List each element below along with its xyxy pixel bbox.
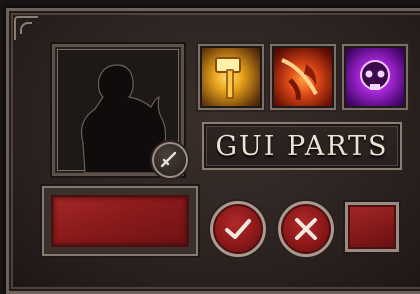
ornament-corner xyxy=(14,16,38,40)
fire-slash-icon xyxy=(281,58,318,101)
hammer-icon xyxy=(215,57,241,99)
title-plate: GUI PARTS xyxy=(202,122,402,170)
title-text: GUI PARTS xyxy=(215,130,389,162)
red-bar-fill xyxy=(51,195,189,247)
cancel-button[interactable] xyxy=(278,201,334,257)
close-icon xyxy=(295,218,317,240)
skill-slot-fire[interactable] xyxy=(270,44,336,110)
equip-sword-button[interactable] xyxy=(152,142,188,178)
purple-skull-icon xyxy=(360,60,390,90)
skill-slot-hammer[interactable] xyxy=(198,44,264,110)
sword-icon xyxy=(160,151,177,168)
skill-slot-skull[interactable] xyxy=(342,44,408,110)
red-bar-frame xyxy=(42,186,198,256)
square-red-button[interactable] xyxy=(345,202,399,252)
checkmark-icon xyxy=(225,219,251,239)
confirm-button[interactable] xyxy=(210,201,266,257)
